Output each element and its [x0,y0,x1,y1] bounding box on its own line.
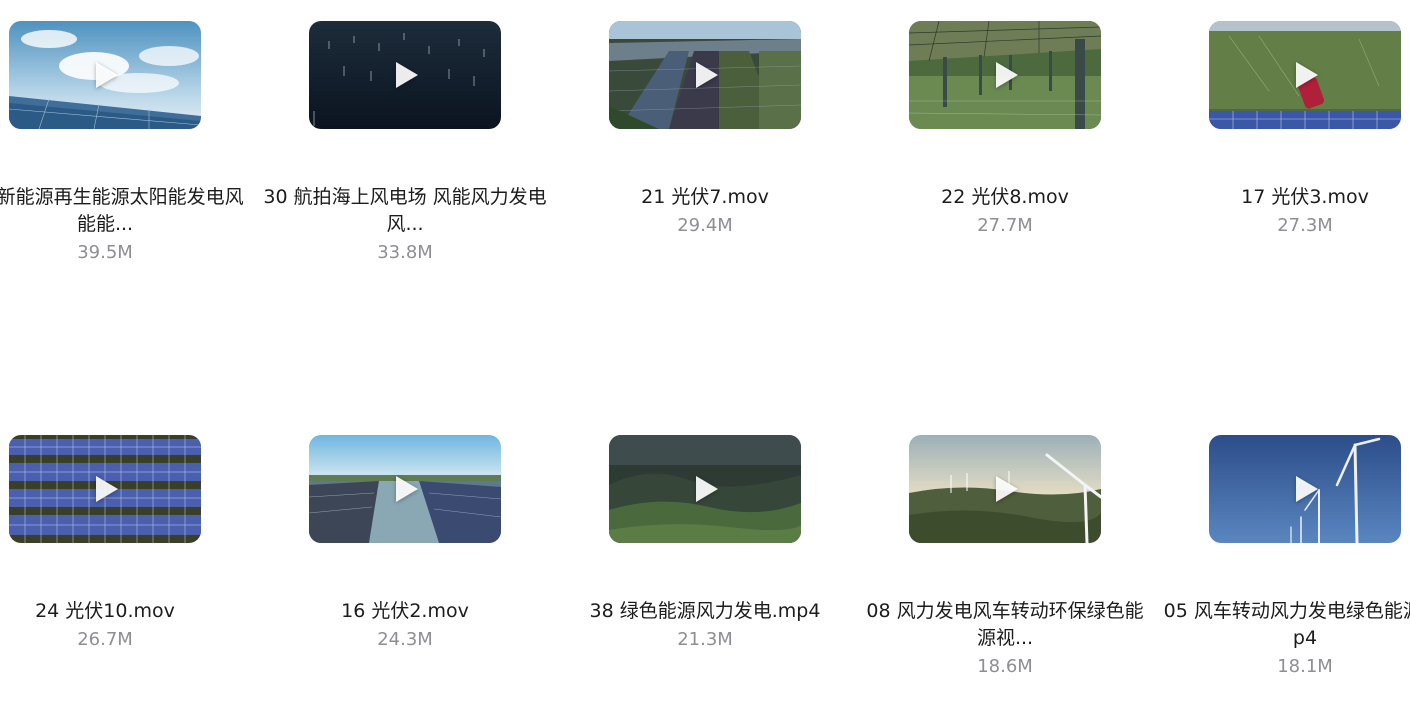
play-icon[interactable] [96,476,118,502]
play-icon[interactable] [996,476,1018,502]
file-name: 17 光伏3.mov [1241,186,1369,208]
play-icon[interactable] [1296,476,1318,502]
video-file-tile[interactable]: 17 光伏3.mov 27.3M [1155,21,1410,238]
file-size: 18.6M [977,656,1033,677]
file-size: 27.7M [977,215,1033,236]
file-name: 24 光伏10.mov [35,600,175,622]
play-icon[interactable] [96,62,118,88]
play-icon[interactable] [396,62,418,88]
play-icon[interactable] [1296,62,1318,88]
video-thumbnail[interactable] [909,21,1101,129]
video-file-tile[interactable]: 24 光伏10.mov 26.7M [0,435,255,652]
video-file-tile[interactable]: 22 光伏8.mov 27.7M [855,21,1155,238]
video-thumbnail[interactable] [609,435,801,543]
video-thumbnail[interactable] [909,435,1101,543]
video-file-tile[interactable]: 64 新能源再生能源太阳能发电风能能... 39.5M [0,21,255,265]
play-icon[interactable] [696,476,718,502]
play-icon[interactable] [996,62,1018,88]
video-thumbnail[interactable] [9,435,201,543]
video-file-tile[interactable]: 21 光伏7.mov 29.4M [555,21,855,238]
file-name: 08 风力发电风车转动环保绿色能源视... [866,600,1144,649]
video-thumbnail[interactable] [1209,435,1401,543]
file-size: 27.3M [1277,215,1333,236]
video-file-tile[interactable]: 16 光伏2.mov 24.3M [255,435,555,652]
video-thumbnail[interactable] [9,21,201,129]
video-file-tile[interactable]: 08 风力发电风车转动环保绿色能源视... 18.6M [855,435,1155,679]
video-thumbnail[interactable] [309,435,501,543]
file-size: 21.3M [677,629,733,650]
file-name: 64 新能源再生能源太阳能发电风能能... [0,186,244,235]
video-file-tile[interactable]: 05 风车转动风力发电绿色能源.mp4 18.1M [1155,435,1410,679]
file-size: 29.4M [677,215,733,236]
file-name: 05 风车转动风力发电绿色能源.mp4 [1163,600,1410,649]
file-size: 24.3M [377,629,433,650]
video-thumbnail[interactable] [609,21,801,129]
file-name: 38 绿色能源风力发电.mp4 [589,600,821,622]
video-thumbnail[interactable] [309,21,501,129]
file-size: 18.1M [1277,656,1333,677]
video-thumbnail[interactable] [1209,21,1401,129]
file-name: 16 光伏2.mov [341,600,469,622]
video-file-grid: 64 新能源再生能源太阳能发电风能能... 39.5M [0,0,1410,706]
play-icon[interactable] [396,476,418,502]
video-file-tile[interactable]: 30 航拍海上风电场 风能风力发电风... 33.8M [255,21,555,265]
file-size: 33.8M [377,242,433,263]
file-name: 21 光伏7.mov [641,186,769,208]
file-name: 22 光伏8.mov [941,186,1069,208]
file-size: 26.7M [77,629,133,650]
video-file-tile[interactable]: 38 绿色能源风力发电.mp4 21.3M [555,435,855,652]
play-icon[interactable] [696,62,718,88]
file-name: 30 航拍海上风电场 风能风力发电风... [263,186,547,235]
file-size: 39.5M [77,242,133,263]
